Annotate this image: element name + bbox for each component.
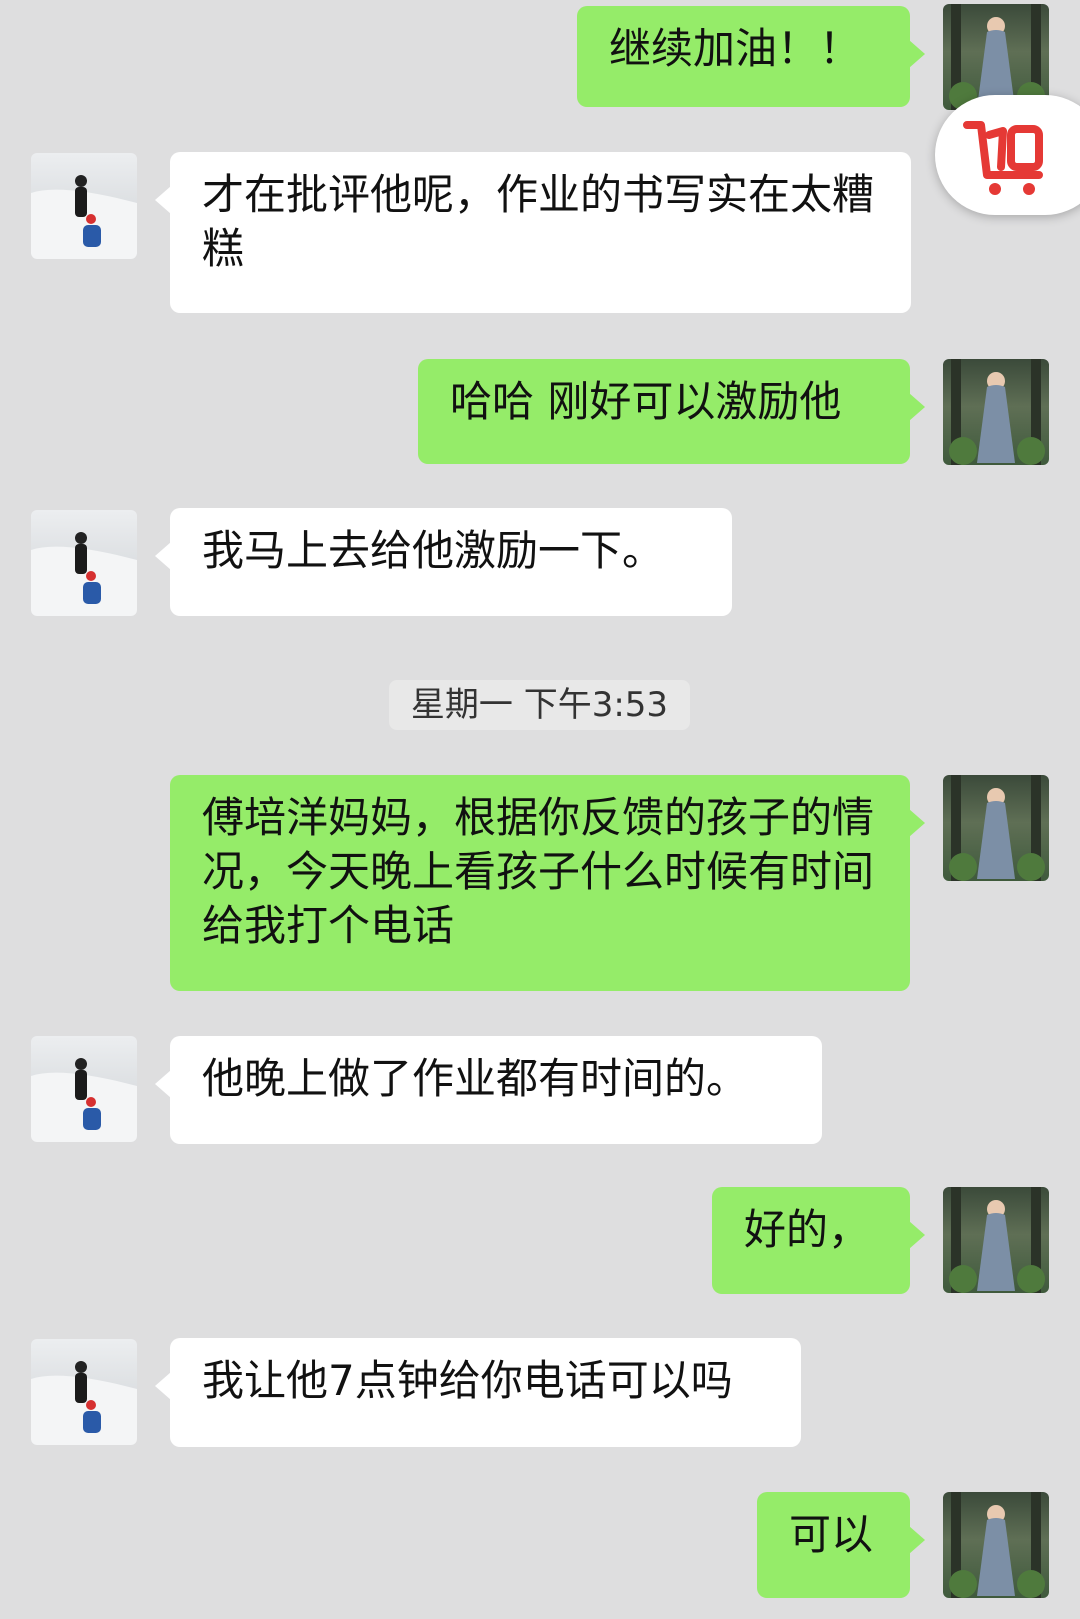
chat-conversation: 继续加油！！ 才在批评他呢，作业的书写实在太糟糕 哈哈 刚好可以激励他 我马上去… [0,0,1080,1619]
shopping-cart-icon [963,121,1043,195]
snow-walkers-icon [31,1361,137,1445]
snow-walkers-icon [31,175,137,259]
message-bubble-incoming[interactable]: 才在批评他呢，作业的书写实在太糟糕 [155,152,911,313]
message-bubble-outgoing[interactable]: 继续加油！！ [577,6,925,107]
message-bubble-outgoing[interactable]: 好的， [712,1187,925,1294]
avatar-contact[interactable] [31,1036,137,1142]
person-in-garden-icon [949,1187,1045,1293]
avatar-self[interactable] [943,775,1049,881]
floating-shop-button[interactable] [935,95,1080,215]
message-bubble-incoming[interactable]: 他晚上做了作业都有时间的。 [155,1036,822,1144]
avatar-self[interactable] [943,359,1049,465]
message-bubble-outgoing[interactable]: 傅培洋妈妈，根据你反馈的孩子的情况，今天晚上看孩子什么时候有时间给我打个电话 [170,775,925,991]
timestamp-separator: 星期一 下午3:53 [389,680,690,730]
message-bubble-incoming[interactable]: 我让他7点钟给你电话可以吗 [155,1338,801,1447]
snow-walkers-icon [31,532,137,616]
snow-walkers-icon [31,1058,137,1142]
avatar-contact[interactable] [31,153,137,259]
avatar-self[interactable] [943,1492,1049,1598]
message-bubble-outgoing[interactable]: 可以 [757,1492,925,1598]
avatar-contact[interactable] [31,510,137,616]
avatar-contact[interactable] [31,1339,137,1445]
message-bubble-outgoing[interactable]: 哈哈 刚好可以激励他 [418,359,925,464]
avatar-self[interactable] [943,1187,1049,1293]
person-in-garden-icon [949,1492,1045,1598]
message-bubble-incoming[interactable]: 我马上去给他激励一下。 [155,508,732,616]
person-in-garden-icon [949,359,1045,465]
person-in-garden-icon [949,775,1045,881]
